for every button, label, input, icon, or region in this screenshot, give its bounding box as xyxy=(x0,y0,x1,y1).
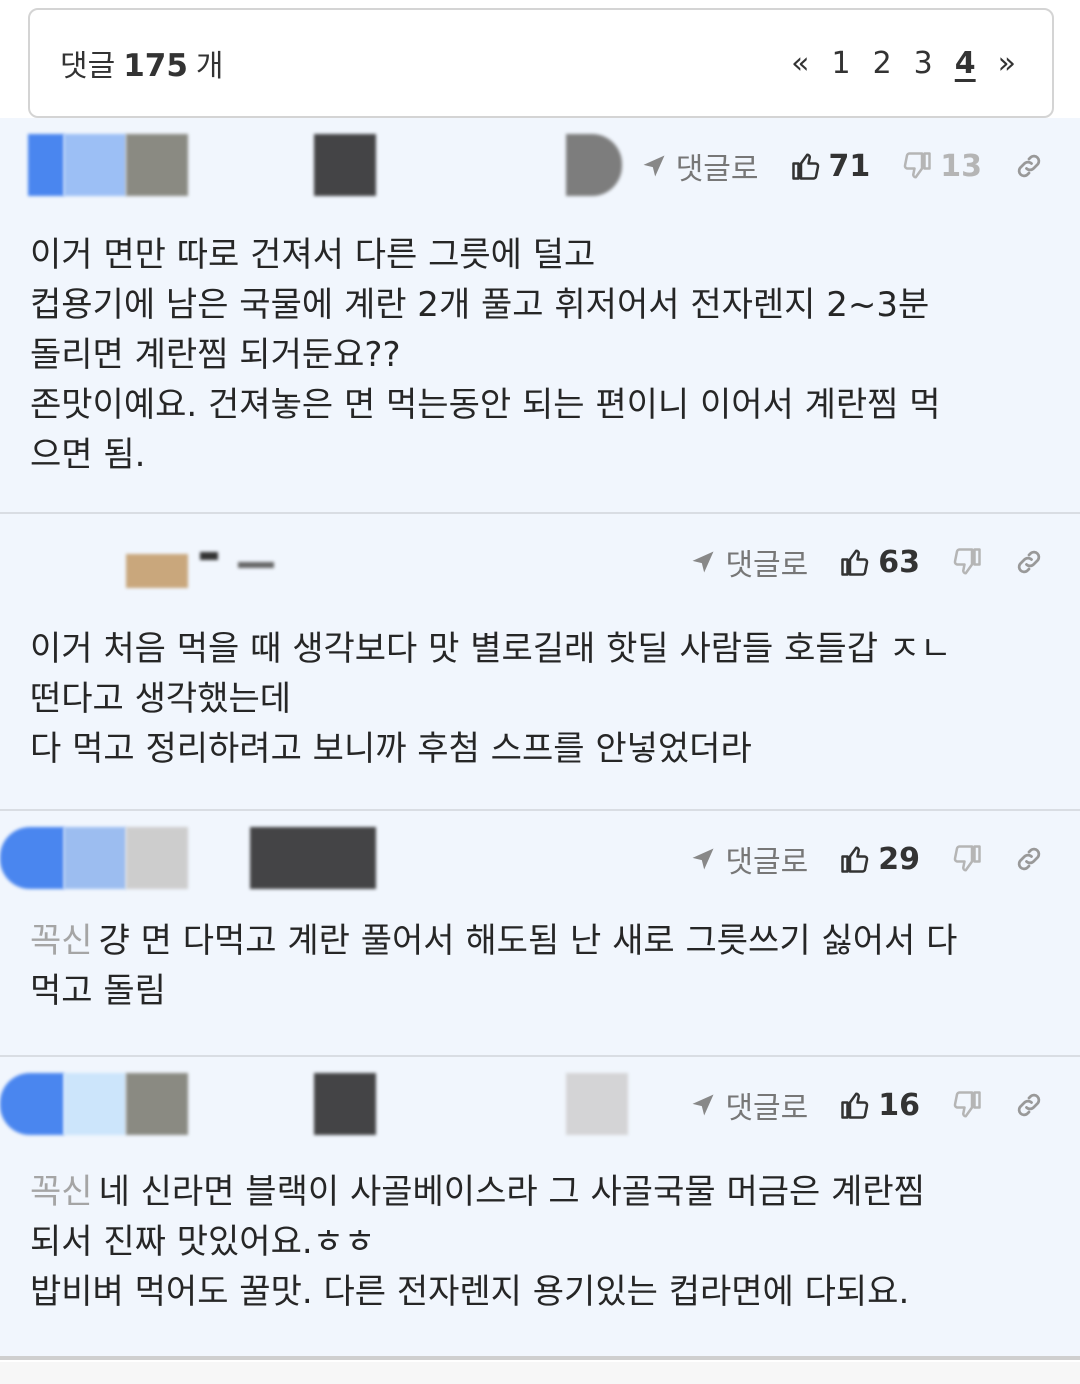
reply-label: 댓글로 xyxy=(675,152,759,187)
blurred-avatar xyxy=(64,827,126,889)
comment-text: 꼭신 걍 면 다먹고 계란 풀어서 해도됨 난 새로 그릇쓰기 싫어서 다 먹고 … xyxy=(30,916,1050,1016)
link-icon xyxy=(1017,847,1041,871)
comment-actions: 댓글로 16 xyxy=(689,1083,1044,1127)
pagination-last-button[interactable]: » xyxy=(998,46,1016,81)
send-icon xyxy=(643,155,665,177)
dislike-button[interactable]: 13 xyxy=(902,149,982,184)
comment-meta: 댓글로 63 xyxy=(0,530,1080,594)
dislike-button[interactable] xyxy=(952,1090,982,1120)
thumbs-up-icon xyxy=(791,153,819,180)
comment-item: 댓글로 71 13 이거 면만 따로 건져서 다른 그릇에 덜고 컵용기에 남은… xyxy=(0,118,1080,514)
like-button[interactable]: 71 xyxy=(791,148,871,184)
dislike-button[interactable] xyxy=(952,844,982,874)
blurred-username xyxy=(314,1073,376,1135)
pagination-page-3[interactable]: 3 xyxy=(914,46,933,81)
link-icon xyxy=(1017,550,1041,574)
blurred-avatar xyxy=(64,1073,126,1135)
like-count: 29 xyxy=(878,841,920,877)
pagination-page-1[interactable]: 1 xyxy=(831,46,850,81)
comment-meta: 댓글로 16 xyxy=(0,1073,1080,1137)
blurred-badge xyxy=(566,134,622,196)
like-button[interactable]: 16 xyxy=(840,1088,920,1123)
pagination-page-current[interactable]: 4 xyxy=(955,46,976,81)
blurred-username xyxy=(314,134,376,196)
send-icon xyxy=(692,551,714,573)
dislike-button[interactable] xyxy=(952,547,982,577)
comment-meta: 댓글로 29 xyxy=(0,827,1080,891)
comment-item: 댓글로 16 꼭신 네 신라면 블랙이 사골베이스라 그 사골국물 머금은 계란찜… xyxy=(0,1057,1080,1358)
thumbs-down-icon xyxy=(953,845,981,872)
pagination-first-button[interactable]: « xyxy=(791,46,809,81)
send-icon xyxy=(692,848,714,870)
comment-count: 댓글 175 개 xyxy=(60,41,224,85)
comment-text: 이거 처음 먹을 때 생각보다 맛 별로길래 핫딜 사람들 호들갑 ㅈㄴ 떤다고… xyxy=(30,629,952,769)
blurred-username xyxy=(200,552,218,560)
thumbs-up-icon xyxy=(841,549,869,576)
reply-label: 댓글로 xyxy=(725,548,809,583)
comment-body-text: 네 신라면 블랙이 사골베이스라 그 사골국물 머금은 계란찜 되서 진짜 맛있… xyxy=(30,1172,925,1312)
blurred-avatar xyxy=(0,1073,64,1135)
send-icon xyxy=(692,1094,714,1116)
like-button[interactable]: 63 xyxy=(840,545,920,580)
thumbs-down-icon xyxy=(953,1091,981,1118)
blurred-username xyxy=(250,827,376,889)
comment-actions: 댓글로 71 13 xyxy=(640,144,1044,188)
comment-text: 이거 면만 따로 건져서 다른 그릇에 덜고 컵용기에 남은 국물에 계란 2개… xyxy=(30,235,941,475)
list-end-divider xyxy=(0,1356,1080,1360)
comment-count-prefix: 댓글 xyxy=(60,49,116,84)
reply-button[interactable]: 댓글로 xyxy=(689,837,808,881)
link-button[interactable] xyxy=(1014,547,1044,577)
blurred-avatar xyxy=(126,827,188,889)
blurred-avatar xyxy=(0,827,64,889)
reply-button[interactable]: 댓글로 xyxy=(689,1083,808,1127)
link-icon xyxy=(1017,154,1041,178)
comment-meta: 댓글로 71 13 xyxy=(0,134,1080,198)
comment-text: 꼭신 네 신라면 블랙이 사골베이스라 그 사골국물 머금은 계란찜 되서 진짜 … xyxy=(30,1167,1050,1317)
dislike-count: 13 xyxy=(940,148,982,184)
list-end-footer xyxy=(0,1362,1080,1384)
comment-actions: 댓글로 63 xyxy=(689,540,1044,584)
thumbs-up-icon xyxy=(841,1092,869,1119)
like-button[interactable]: 29 xyxy=(840,842,920,877)
blurred-avatar xyxy=(126,1073,188,1135)
comment-list: 댓글로 71 13 이거 면만 따로 건져서 다른 그릇에 덜고 컵용기에 남은… xyxy=(0,118,1080,1358)
like-count: 16 xyxy=(878,1087,920,1123)
comment-body-text: 걍 면 다먹고 계란 풀어서 해도됨 난 새로 그릇쓰기 싫어서 다 먹고 돌림 xyxy=(30,921,958,1011)
blurred-avatar xyxy=(28,134,64,196)
link-button[interactable] xyxy=(1014,844,1044,874)
reply-mention[interactable]: 꼭신 xyxy=(30,1172,93,1212)
blurred-badge xyxy=(566,1073,628,1135)
link-button[interactable] xyxy=(1014,151,1044,181)
comment-header: 댓글 175 개 « 1 2 3 4 » xyxy=(28,8,1054,118)
link-button[interactable] xyxy=(1014,1090,1044,1120)
reply-button[interactable]: 댓글로 xyxy=(689,540,808,584)
comment-item: 댓글로 29 꼭신 걍 면 다먹고 계란 풀어서 해도됨 난 새로 그릇쓰기 싫어… xyxy=(0,811,1080,1057)
thumbs-down-icon xyxy=(903,152,931,179)
blurred-avatar xyxy=(64,134,126,196)
blurred-avatar xyxy=(126,554,188,588)
reply-button[interactable]: 댓글로 xyxy=(640,144,759,188)
comment-count-suffix: 개 xyxy=(195,49,224,84)
pagination-page-2[interactable]: 2 xyxy=(873,46,892,81)
pagination: « 1 2 3 4 » xyxy=(791,46,1016,81)
comment-item: 댓글로 63 이거 처음 먹을 때 생각보다 맛 별로길래 핫딜 사람들 호들갑… xyxy=(0,514,1080,811)
reply-label: 댓글로 xyxy=(725,845,809,880)
reply-label: 댓글로 xyxy=(725,1091,809,1126)
link-icon xyxy=(1017,1093,1041,1117)
thumbs-up-icon xyxy=(841,846,869,873)
thumbs-down-icon xyxy=(953,548,981,575)
like-count: 71 xyxy=(828,148,871,184)
comment-actions: 댓글로 29 xyxy=(689,837,1044,881)
blurred-avatar xyxy=(126,134,188,196)
comment-count-value: 175 xyxy=(123,48,188,84)
reply-mention[interactable]: 꼭신 xyxy=(30,921,93,961)
like-count: 63 xyxy=(878,544,920,580)
blurred-username xyxy=(238,562,274,568)
